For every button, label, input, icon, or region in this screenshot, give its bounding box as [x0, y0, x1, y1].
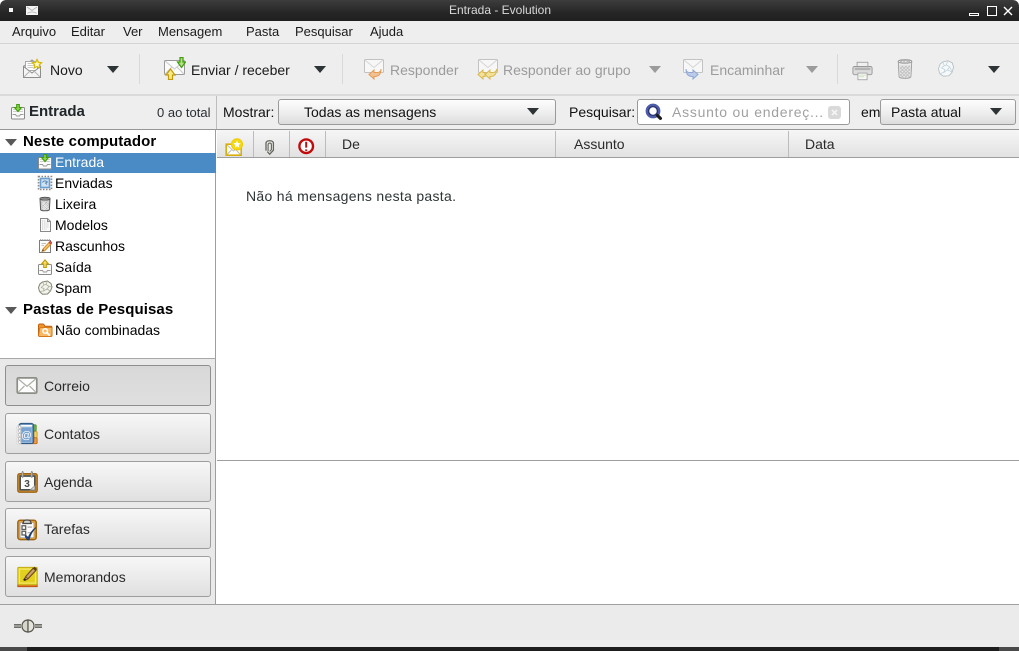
svg-text:@: @ [21, 429, 32, 441]
svg-text:3: 3 [24, 479, 30, 490]
